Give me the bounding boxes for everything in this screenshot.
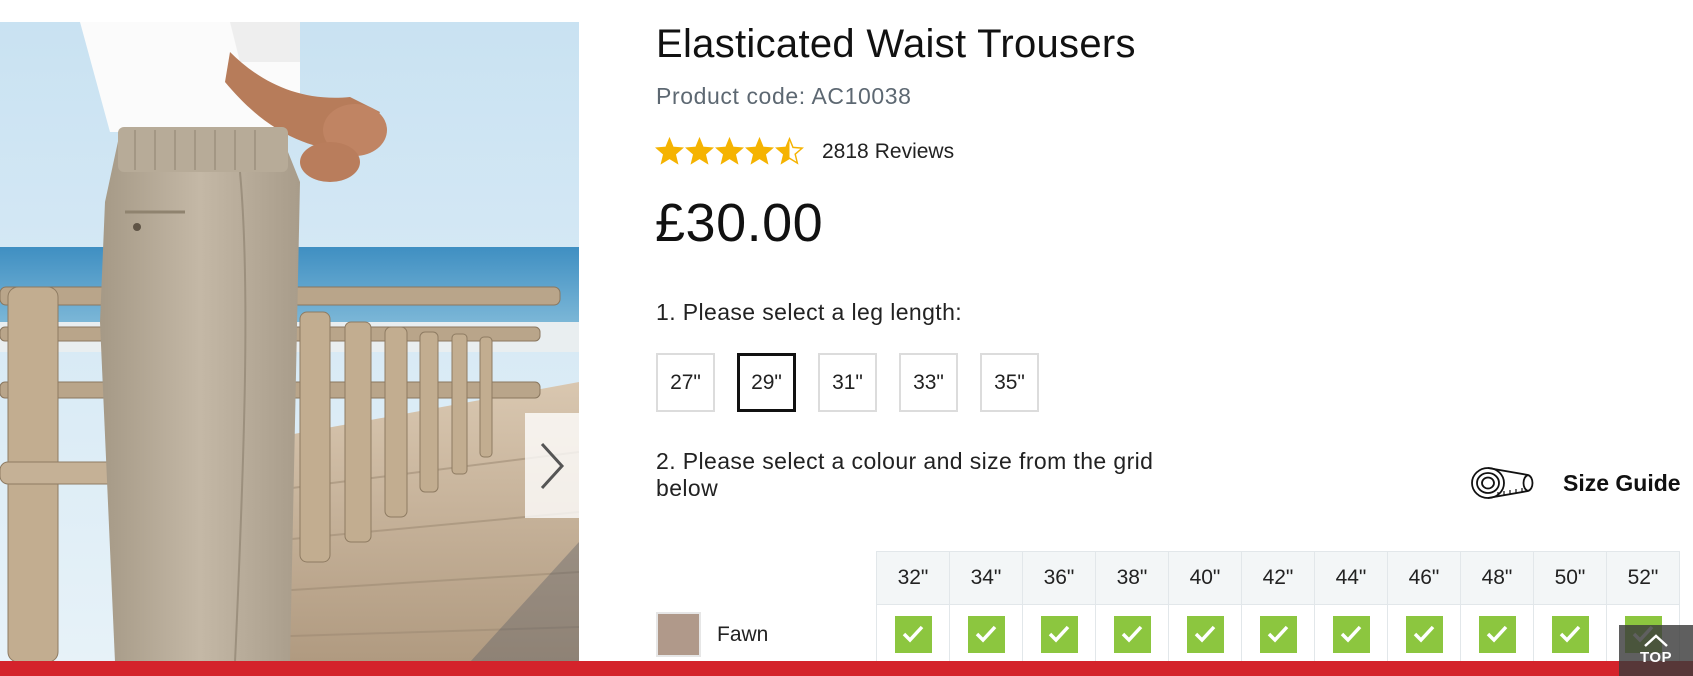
available-check-button[interactable] bbox=[1040, 615, 1078, 653]
checkmark-icon bbox=[1267, 625, 1289, 643]
star-full-icon bbox=[745, 137, 774, 165]
leg-length-option[interactable]: 27" bbox=[656, 353, 715, 412]
product-image-gallery bbox=[0, 22, 579, 662]
bottom-bar bbox=[0, 661, 1693, 676]
colour-size-prompt: 2. Please select a colour and size from … bbox=[656, 448, 1154, 501]
size-column-header: 32" bbox=[876, 551, 950, 605]
available-check-button[interactable] bbox=[1551, 615, 1589, 653]
size-availability-cell[interactable] bbox=[876, 604, 950, 664]
star-half-icon bbox=[775, 137, 804, 165]
chevron-right-icon bbox=[540, 442, 565, 489]
back-to-top-button[interactable]: TOP bbox=[1619, 625, 1693, 676]
checkmark-icon bbox=[1121, 625, 1143, 643]
price: £30.00 bbox=[655, 193, 824, 253]
checkmark-icon bbox=[1194, 625, 1216, 643]
size-guide-label: Size Guide bbox=[1563, 469, 1681, 496]
size-availability-cell[interactable] bbox=[1168, 604, 1242, 664]
leg-length-option[interactable]: 33" bbox=[899, 353, 958, 412]
product-code-value: AC10038 bbox=[811, 83, 912, 109]
leg-length-option[interactable]: 29" bbox=[737, 353, 796, 412]
size-availability-cell[interactable] bbox=[1241, 604, 1315, 664]
size-column-header: 38" bbox=[1095, 551, 1169, 605]
size-availability-row bbox=[876, 604, 1680, 664]
checkmark-icon bbox=[975, 625, 997, 643]
colour-name: Fawn bbox=[717, 622, 769, 646]
checkmark-icon bbox=[1340, 625, 1362, 643]
product-title: Elasticated Waist Trousers bbox=[656, 22, 1136, 66]
product-code: Product code: AC10038 bbox=[656, 83, 912, 110]
size-column-header: 42" bbox=[1241, 551, 1315, 605]
size-availability-cell[interactable] bbox=[1387, 604, 1461, 664]
available-check-button[interactable] bbox=[1186, 615, 1224, 653]
size-column-header: 46" bbox=[1387, 551, 1461, 605]
size-column-header: 50" bbox=[1533, 551, 1607, 605]
size-column-header: 48" bbox=[1460, 551, 1534, 605]
size-availability-cell[interactable] bbox=[1314, 604, 1388, 664]
size-availability-cell[interactable] bbox=[1022, 604, 1096, 664]
leg-length-option[interactable]: 35" bbox=[980, 353, 1039, 412]
leg-length-prompt: 1. Please select a leg length: bbox=[656, 299, 963, 325]
leg-length-options: 27" 29" 31" 33" 35" bbox=[656, 353, 1039, 412]
checkmark-icon bbox=[1048, 625, 1070, 643]
size-column-header: 52" bbox=[1606, 551, 1680, 605]
star-full-icon bbox=[655, 137, 684, 165]
rating-stars bbox=[655, 137, 804, 166]
size-column-header: 36" bbox=[1022, 551, 1096, 605]
available-check-button[interactable] bbox=[1478, 615, 1516, 653]
size-guide-link[interactable]: Size Guide bbox=[1470, 465, 1681, 501]
checkmark-icon bbox=[1559, 625, 1581, 643]
product-code-label: Product code: bbox=[656, 83, 806, 109]
product-image bbox=[0, 22, 579, 662]
reviews-link[interactable]: 2818 Reviews bbox=[822, 140, 954, 164]
rating: 2818 Reviews bbox=[655, 137, 954, 166]
available-check-button[interactable] bbox=[1332, 615, 1370, 653]
checkmark-icon bbox=[902, 625, 924, 643]
checkmark-icon bbox=[1413, 625, 1435, 643]
star-full-icon bbox=[715, 137, 744, 165]
tape-measure-icon bbox=[1471, 467, 1534, 499]
available-check-button[interactable] bbox=[1405, 615, 1443, 653]
size-column-header: 40" bbox=[1168, 551, 1242, 605]
checkmark-icon bbox=[1486, 625, 1508, 643]
leg-length-option[interactable]: 31" bbox=[818, 353, 877, 412]
next-image-button[interactable] bbox=[525, 413, 579, 518]
size-availability-cell[interactable] bbox=[1460, 604, 1534, 664]
size-availability-cell[interactable] bbox=[1095, 604, 1169, 664]
colour-swatch[interactable] bbox=[656, 612, 701, 657]
available-check-button[interactable] bbox=[967, 615, 1005, 653]
available-check-button[interactable] bbox=[1113, 615, 1151, 653]
size-column-header: 44" bbox=[1314, 551, 1388, 605]
back-to-top-label: TOP bbox=[1639, 649, 1673, 666]
size-grid-header: 32" 34" 36" 38" 40" 42" 44" 46" 48" 50" 52" bbox=[876, 551, 1680, 605]
size-column-header: 34" bbox=[949, 551, 1023, 605]
colour-row-fawn: Fawn bbox=[656, 612, 768, 657]
star-full-icon bbox=[685, 137, 714, 165]
available-check-button[interactable] bbox=[894, 615, 932, 653]
review-count: 2818 bbox=[822, 139, 869, 163]
review-label: Reviews bbox=[874, 139, 955, 163]
available-check-button[interactable] bbox=[1259, 615, 1297, 653]
chevron-up-icon bbox=[1644, 634, 1668, 647]
size-availability-cell[interactable] bbox=[1533, 604, 1607, 664]
size-availability-cell[interactable] bbox=[949, 604, 1023, 664]
